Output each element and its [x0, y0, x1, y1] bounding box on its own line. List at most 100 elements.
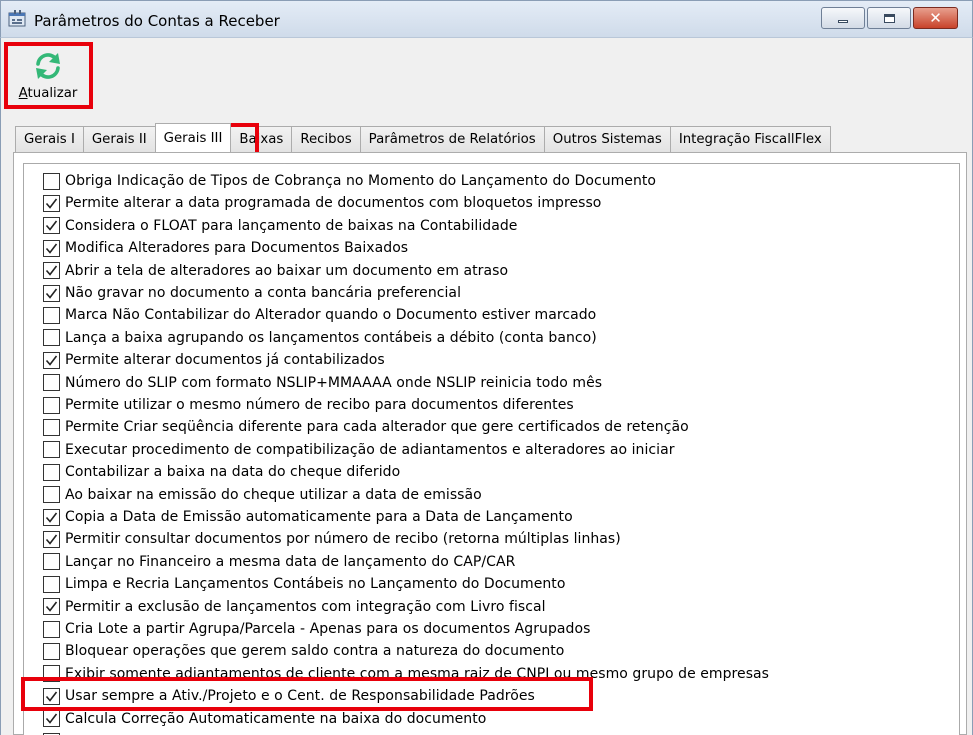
checkbox-unchecked[interactable]	[43, 306, 60, 324]
options-list: Obriga Indicação de Tipos de Cobrança no…	[23, 163, 960, 735]
option-row[interactable]: Executar procedimento de compatibilizaçã…	[43, 439, 675, 461]
checkbox-checked[interactable]	[43, 194, 60, 212]
tab-strip: Gerais I Gerais II Gerais III Baixas Rec…	[15, 123, 831, 152]
option-row[interactable]: Obriga Indicação de Tipos de Cobrança no…	[43, 170, 656, 192]
option-row[interactable]: Permite alterar a data programada de doc…	[43, 192, 601, 214]
option-label: Considera o FLOAT para lançamento de bai…	[65, 217, 518, 234]
tab-gerais-i[interactable]: Gerais I	[15, 126, 84, 152]
checkbox-unchecked[interactable]	[43, 441, 60, 459]
option-label: Permite Criar seqüência diferente para c…	[65, 419, 689, 436]
check-icon	[45, 601, 58, 612]
title-bar: Parâmetros do Contas a Receber ✕	[0, 0, 973, 38]
option-label: Marca Não Contabilizar do Alterador quan…	[65, 307, 597, 324]
option-row[interactable]: Cria Lote a partir Agrupa/Parcela - Apen…	[43, 618, 590, 640]
checkbox-checked[interactable]	[43, 239, 60, 257]
app-window-icon	[8, 10, 26, 27]
checkbox-unchecked[interactable]	[43, 374, 60, 392]
option-label: Permite alterar documentos já contabiliz…	[65, 352, 385, 369]
window-title: Parâmetros do Contas a Receber	[34, 12, 280, 30]
checkbox-checked[interactable]	[43, 262, 60, 280]
option-row[interactable]: Marca Não Contabilizar do Alterador quan…	[43, 304, 596, 326]
option-row[interactable]: Calcula Correção Automaticamente na baix…	[43, 708, 486, 730]
tab-baixas[interactable]: Baixas	[230, 126, 293, 152]
checkbox-checked[interactable]	[43, 598, 60, 616]
tab-panel-gerais-iii: Obriga Indicação de Tipos de Cobrança no…	[13, 152, 967, 735]
checkbox-unchecked[interactable]	[43, 620, 60, 638]
check-icon	[45, 512, 58, 523]
option-label: Abrir a tela de alteradores ao baixar um…	[65, 262, 509, 279]
check-icon	[45, 243, 58, 254]
tab-gerais-iii[interactable]: Gerais III	[154, 123, 232, 152]
option-row[interactable]: Permite alterar documentos já contabiliz…	[43, 349, 385, 371]
checkbox-unchecked[interactable]	[43, 172, 60, 190]
minimize-button[interactable]	[821, 7, 865, 29]
checkbox-unchecked[interactable]	[43, 575, 60, 593]
check-icon	[45, 534, 58, 545]
close-button[interactable]: ✕	[913, 7, 958, 29]
checkbox-checked[interactable]	[43, 710, 60, 728]
checkbox-checked[interactable]	[43, 217, 60, 235]
option-row[interactable]: Contabilizar a baixa na data do cheque d…	[43, 461, 400, 483]
checkbox-checked[interactable]	[43, 530, 60, 548]
option-row[interactable]: Limpa e Recria Lançamentos Contábeis no …	[43, 573, 565, 595]
tab-outros-sistemas[interactable]: Outros Sistemas	[543, 126, 671, 152]
check-icon	[45, 691, 58, 702]
option-row[interactable]	[43, 730, 65, 735]
option-row[interactable]: Exibir somente adiantamentos de cliente …	[43, 663, 769, 685]
option-row[interactable]: Permite utilizar o mesmo número de recib…	[43, 394, 574, 416]
option-row[interactable]: Lança a baixa agrupando os lançamentos c…	[43, 327, 597, 349]
checkbox-unchecked[interactable]	[43, 396, 60, 414]
option-row[interactable]: Não gravar no documento a conta bancária…	[43, 282, 461, 304]
tab-parametros-relatorios[interactable]: Parâmetros de Relatórios	[359, 126, 545, 152]
check-icon	[45, 355, 58, 366]
checkbox-unchecked[interactable]	[43, 418, 60, 436]
option-label: Permite utilizar o mesmo número de recib…	[65, 397, 574, 413]
refresh-button[interactable]: Atualizar	[9, 44, 87, 106]
refresh-label: Atualizar	[18, 86, 78, 101]
option-row[interactable]: Copia a Data de Emissão automaticamente …	[43, 506, 573, 528]
option-row[interactable]: Permite Criar seqüência diferente para c…	[43, 416, 689, 438]
option-label: Cria Lote a partir Agrupa/Parcela - Apen…	[65, 621, 591, 637]
checkbox-unchecked[interactable]	[43, 642, 60, 660]
option-label: Não gravar no documento a conta bancária…	[65, 285, 462, 301]
option-label: Usar sempre a Ativ./Projeto e o Cent. de…	[65, 688, 535, 705]
checkbox-checked[interactable]	[43, 284, 60, 302]
checkbox-unchecked[interactable]	[43, 463, 60, 481]
option-label: Limpa e Recria Lançamentos Contábeis no …	[65, 576, 566, 593]
checkbox-checked[interactable]	[43, 687, 60, 705]
option-label: Obriga Indicação de Tipos de Cobrança no…	[65, 173, 657, 189]
tab-gerais-ii[interactable]: Gerais II	[82, 126, 156, 152]
option-row[interactable]: Permitir consultar documentos por número…	[43, 528, 621, 550]
option-row[interactable]: Usar sempre a Ativ./Projeto e o Cent. de…	[43, 685, 535, 707]
option-label: Copia a Data de Emissão automaticamente …	[65, 509, 573, 525]
option-label: Lançar no Financeiro a mesma data de lan…	[65, 553, 516, 570]
checkbox-unchecked[interactable]	[43, 329, 60, 347]
check-icon	[45, 198, 58, 209]
option-row[interactable]: Considera o FLOAT para lançamento de bai…	[43, 215, 517, 237]
option-label: Bloquear operações que gerem saldo contr…	[65, 643, 565, 660]
checkbox-checked[interactable]	[43, 508, 60, 526]
check-icon	[45, 288, 58, 299]
maximize-button[interactable]	[867, 7, 911, 29]
option-label: Permitir a exclusão de lançamentos com i…	[65, 598, 546, 615]
option-row[interactable]: Abrir a tela de alteradores ao baixar um…	[43, 260, 508, 282]
option-row[interactable]: Ao baixar na emissão do cheque utilizar …	[43, 484, 482, 506]
option-row[interactable]: Modifica Alteradores para Documentos Bai…	[43, 237, 408, 259]
option-label: Número do SLIP com formato NSLIP+MMAAAA …	[65, 374, 603, 391]
checkbox-unchecked[interactable]	[43, 665, 60, 683]
close-icon: ✕	[929, 8, 942, 27]
option-label: Lança a baixa agrupando os lançamentos c…	[65, 329, 597, 346]
maximize-icon	[883, 13, 895, 23]
option-row[interactable]: Permitir a exclusão de lançamentos com i…	[43, 596, 546, 618]
option-row[interactable]: Bloquear operações que gerem saldo contr…	[43, 640, 564, 662]
tab-recibos[interactable]: Recibos	[291, 126, 361, 152]
option-label: Contabilizar a baixa na data do cheque d…	[65, 464, 401, 481]
option-row[interactable]: Número do SLIP com formato NSLIP+MMAAAA …	[43, 372, 602, 394]
tab-integracao-fiscallflex[interactable]: Integração FiscallFlex	[669, 126, 831, 152]
window-body: Atualizar Gerais I Gerais II Gerais III …	[0, 38, 973, 735]
option-row[interactable]: Lançar no Financeiro a mesma data de lan…	[43, 551, 515, 573]
checkbox-unchecked[interactable]	[43, 486, 60, 504]
checkbox-unchecked[interactable]	[43, 553, 60, 571]
option-label: Ao baixar na emissão do cheque utilizar …	[65, 486, 482, 503]
checkbox-checked[interactable]	[43, 351, 60, 369]
